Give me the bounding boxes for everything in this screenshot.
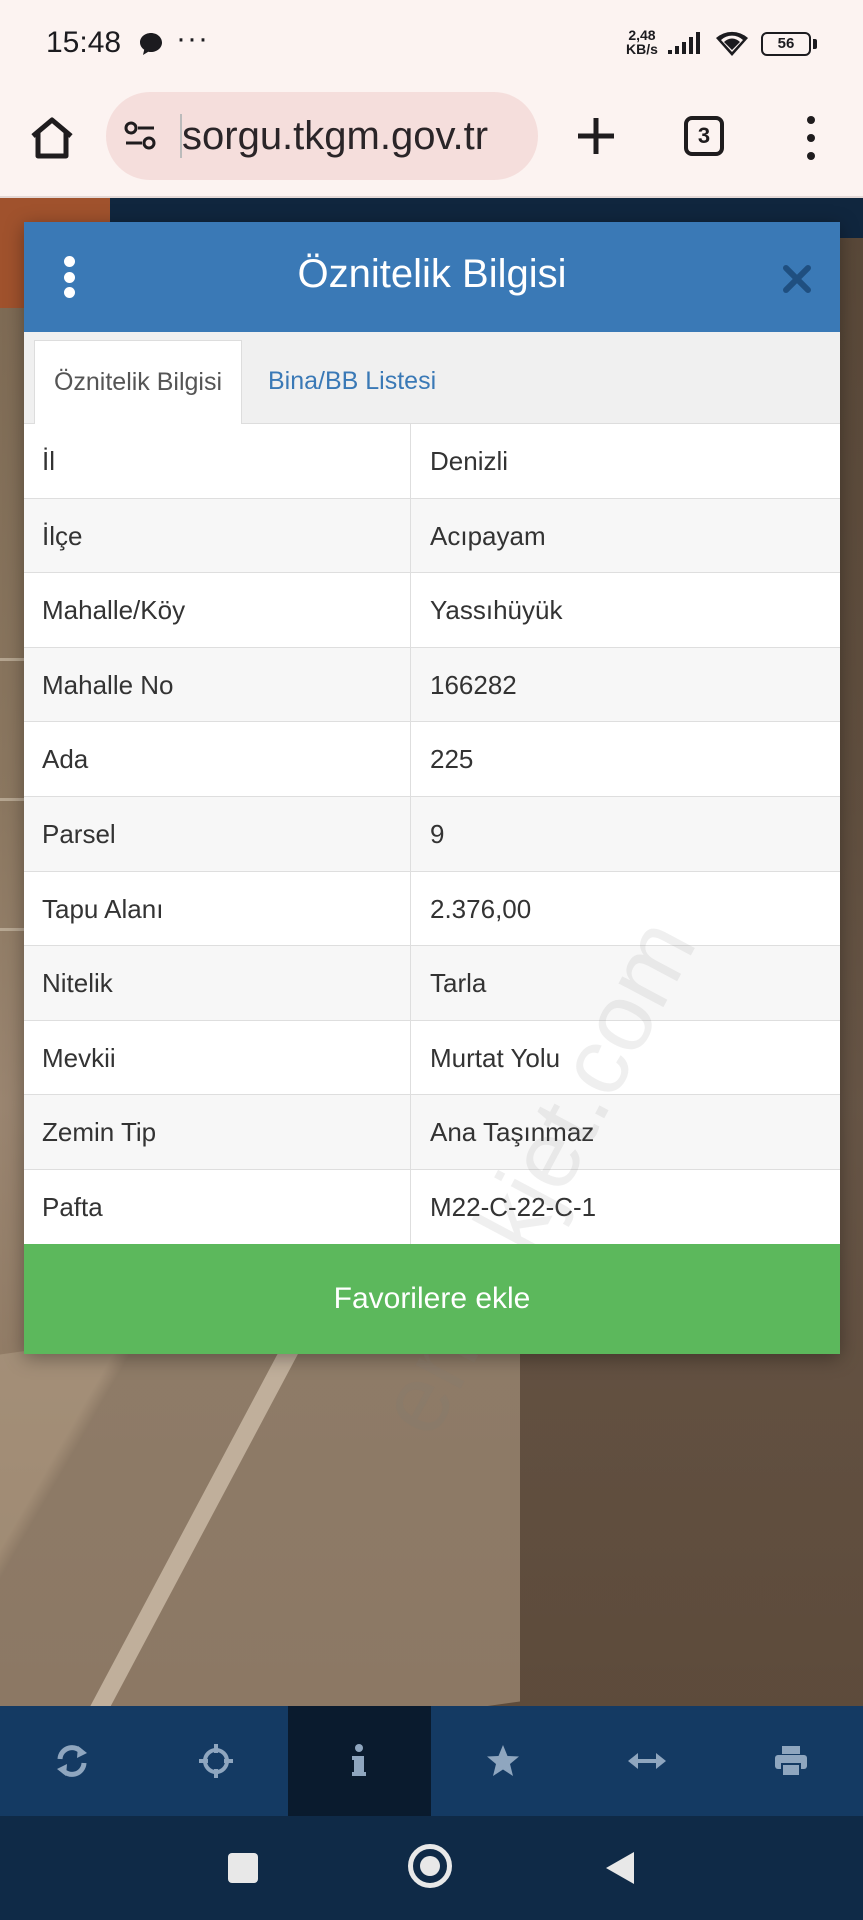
signal-icon <box>668 32 700 54</box>
status-bar: 15:48 ··· 2,48 KB/s 56 <box>0 0 863 86</box>
back-icon[interactable] <box>604 1850 636 1886</box>
row-value: Murtat Yolu <box>430 1042 561 1073</box>
browser-toolbar: sorgu.tkgm.gov.tr 3 <box>0 86 863 198</box>
more-notifications-icon: ··· <box>176 22 209 55</box>
modal-header: Öznitelik Bilgisi <box>24 222 840 332</box>
network-speed: 2,48 KB/s <box>626 28 658 56</box>
table-row: Ada 225 <box>24 722 840 797</box>
row-value: Yassıhüyük <box>430 595 563 626</box>
plus-icon <box>578 118 614 154</box>
add-to-favorites-button[interactable]: Favorilere ekle <box>24 1244 840 1354</box>
row-value: Tarla <box>430 968 487 999</box>
locate-button[interactable] <box>144 1706 288 1816</box>
site-settings-icon[interactable] <box>120 116 160 156</box>
row-value: 9 <box>430 818 445 849</box>
map-toolbar <box>0 1706 863 1816</box>
row-value: 2.376,00 <box>430 893 532 924</box>
url-text[interactable]: sorgu.tkgm.gov.tr <box>182 114 532 159</box>
star-icon <box>487 1745 520 1776</box>
row-label: Tapu Alanı <box>42 893 164 924</box>
address-bar[interactable]: sorgu.tkgm.gov.tr <box>106 92 538 180</box>
row-label: Nitelik <box>42 968 113 999</box>
table-row: Mahalle/Köy Yassıhüyük <box>24 573 840 648</box>
network-speed-unit: KB/s <box>626 41 658 57</box>
new-tab-button[interactable] <box>568 106 624 166</box>
row-label: Mahalle/Köy <box>42 595 186 626</box>
home-button[interactable] <box>22 108 82 168</box>
refresh-icon <box>56 1745 87 1777</box>
message-notification-icon <box>140 33 162 55</box>
tab-switcher-button[interactable]: 3 <box>684 116 724 156</box>
row-value: 166282 <box>430 669 517 700</box>
tab-building-list[interactable]: Bina/BB Listesi <box>268 340 436 424</box>
row-label: Ada <box>42 744 89 775</box>
battery-tip <box>813 39 817 49</box>
refresh-button[interactable] <box>0 1706 144 1816</box>
modal-tabs: Öznitelik Bilgisi Bina/BB Listesi <box>24 332 840 425</box>
row-label: Pafta <box>42 1191 103 1222</box>
print-button[interactable] <box>719 1706 863 1816</box>
info-button[interactable] <box>287 1706 432 1816</box>
tab-attribute-info[interactable]: Öznitelik Bilgisi <box>34 340 242 425</box>
status-time: 15:48 <box>46 26 122 59</box>
row-label: Mevkii <box>42 1042 116 1073</box>
row-label: Mahalle No <box>42 669 174 700</box>
table-row: Mevkii Murtat Yolu <box>24 1020 840 1096</box>
row-value: 225 <box>430 744 474 775</box>
favorites-button[interactable] <box>431 1706 575 1816</box>
row-value: Ana Taşınmaz <box>430 1117 595 1148</box>
table-row: Zemin Tip Ana Taşınmaz <box>24 1095 840 1170</box>
menu-dot <box>807 134 815 142</box>
measure-button[interactable] <box>575 1706 719 1816</box>
table-row: Nitelik Tarla <box>24 946 840 1021</box>
attribute-table: İl Denizli İlçe Acıpayam Mahalle/Köy Yassıh… <box>24 424 840 1245</box>
row-label: Parsel <box>42 818 116 849</box>
browser-menu-button[interactable] <box>796 110 826 166</box>
row-label: İlçe <box>42 520 83 551</box>
table-row: Mahalle No 166282 <box>24 647 840 723</box>
recent-apps-button[interactable] <box>228 1853 258 1883</box>
wifi-icon <box>716 31 748 56</box>
home-nav-dot <box>420 1856 440 1876</box>
arrows-horizontal-icon <box>628 1753 667 1769</box>
row-value: Denizli <box>430 446 509 476</box>
info-icon <box>352 1744 367 1776</box>
attribute-info-modal: Öznitelik Bilgisi Öznitelik Bilgisi Bina… <box>24 222 840 1452</box>
table-row: Pafta M22-C-22-C-1 <box>24 1169 840 1245</box>
row-value: Acıpayam <box>430 520 546 551</box>
row-label: Zemin Tip <box>42 1117 157 1148</box>
crosshair-icon <box>198 1744 233 1778</box>
row-value: M22-C-22-C-1 <box>430 1191 597 1222</box>
row-label: İl <box>42 446 55 476</box>
table-row: Tapu Alanı 2.376,00 <box>24 871 840 947</box>
table-row: İl Denizli <box>24 424 840 499</box>
table-row: Parsel 9 <box>24 796 840 872</box>
table-row: İlçe Acıpayam <box>24 498 840 574</box>
menu-dot <box>807 152 815 160</box>
close-icon[interactable] <box>780 262 814 296</box>
system-navigation-bar <box>0 1816 863 1920</box>
print-icon <box>774 1746 807 1777</box>
modal-title: Öznitelik Bilgisi <box>297 252 567 296</box>
menu-dot <box>807 116 815 124</box>
network-speed-value: 2,48 <box>628 27 656 43</box>
battery-indicator: 56 <box>761 32 811 56</box>
home-icon <box>31 117 73 159</box>
